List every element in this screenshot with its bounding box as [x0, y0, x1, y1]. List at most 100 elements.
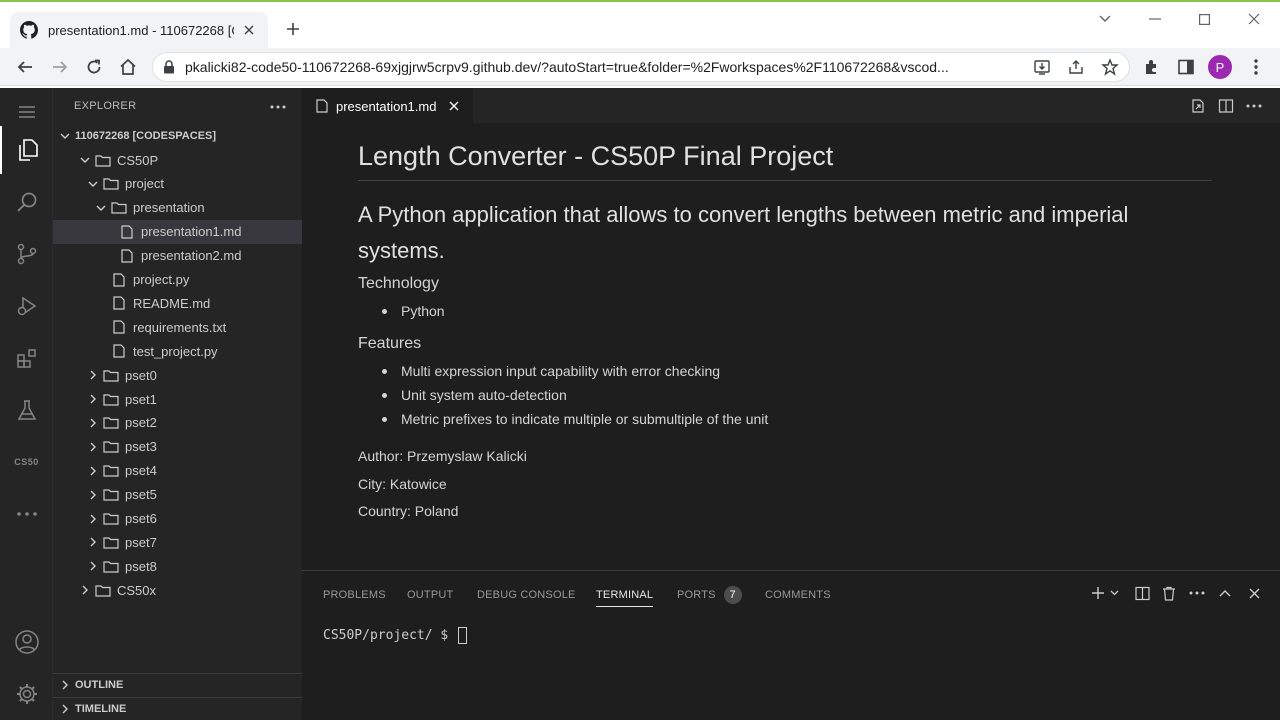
bookmark-star-icon[interactable] [1101, 58, 1119, 76]
home-icon[interactable] [114, 53, 142, 81]
run-debug-icon[interactable] [0, 282, 53, 330]
city-line: City: Katowice [358, 475, 447, 492]
tab-comments[interactable]: COMMENTS [765, 583, 831, 607]
editor-more-icon[interactable] [1245, 97, 1263, 115]
tree-folder[interactable]: pset5 [53, 483, 302, 507]
tree-file[interactable]: test_project.py [53, 339, 302, 363]
file-icon [111, 295, 127, 311]
close-window-icon[interactable] [1231, 8, 1277, 30]
search-icon[interactable] [0, 178, 53, 226]
address-bar[interactable]: pkalicki82-code50-110672268-69xjgjrw5crp… [152, 52, 1130, 82]
chevron-down-icon [77, 152, 93, 168]
tree-folder[interactable]: pset2 [53, 411, 302, 435]
list-item: Python [382, 299, 1212, 323]
activity-bar: CS50 [0, 88, 53, 720]
maximize-icon[interactable] [1181, 8, 1227, 30]
tab-terminal[interactable]: TERMINAL [596, 583, 654, 607]
terminal-profile-chevron-icon[interactable] [1108, 583, 1120, 603]
split-editor-icon[interactable] [1217, 97, 1235, 115]
tree-file[interactable]: requirements.txt [53, 315, 302, 339]
tree-item-label: pset8 [125, 558, 157, 574]
testing-flask-icon[interactable] [0, 386, 53, 434]
country-line: Country: Poland [358, 503, 459, 519]
terminal-prompt: CS50P/project/ $ [323, 628, 457, 643]
tree-folder[interactable]: presentation [53, 196, 302, 220]
close-panel-icon[interactable] [1244, 583, 1264, 603]
browser-tabstrip: presentation1.md - 110672268 [C [0, 2, 1280, 48]
chevron-right-icon [85, 439, 101, 455]
workspace-root[interactable]: 110672268 [CODESPACES] [53, 124, 302, 148]
tree-folder[interactable]: pset7 [53, 530, 302, 554]
browser-menu-icon[interactable] [1242, 53, 1270, 81]
list-item: Unit system auto-detection [382, 383, 1212, 407]
tab-output[interactable]: OUTPUT [407, 583, 453, 607]
side-panel-icon[interactable] [1172, 53, 1200, 81]
tab-problems[interactable]: PROBLEMS [323, 583, 386, 607]
tree-item-label: presentation [133, 200, 205, 216]
tree-folder[interactable]: CS50x [53, 578, 302, 602]
forward-icon[interactable] [46, 53, 74, 81]
close-editor-icon[interactable] [446, 98, 462, 114]
new-terminal-plus-icon[interactable] [1088, 583, 1108, 603]
tree-file[interactable]: presentation1.md [53, 219, 302, 244]
browser-tab[interactable]: presentation1.md - 110672268 [C [10, 12, 268, 48]
timeline-section[interactable]: TIMELINE [53, 697, 302, 720]
tree-folder[interactable]: pset1 [53, 387, 302, 411]
file-icon [111, 319, 127, 335]
folder-icon [103, 415, 119, 431]
tree-folder[interactable]: pset0 [53, 363, 302, 387]
install-app-icon[interactable] [1033, 58, 1051, 76]
new-tab-button[interactable] [282, 18, 304, 40]
manage-gear-icon[interactable] [0, 670, 53, 718]
split-terminal-icon[interactable] [1132, 583, 1152, 603]
tree-folder[interactable]: pset4 [53, 459, 302, 483]
technology-list: Python [382, 299, 1212, 323]
tree-file[interactable]: project.py [53, 268, 302, 292]
file-icon [119, 224, 135, 240]
tree-folder[interactable]: pset8 [53, 554, 302, 578]
explorer-header: EXPLORER [53, 88, 302, 123]
folder-icon [103, 439, 119, 455]
explorer-icon[interactable] [0, 126, 53, 174]
tree-item-label: project.py [133, 272, 190, 287]
tree-file[interactable]: presentation2.md [53, 244, 302, 268]
outline-section[interactable]: OUTLINE [53, 673, 302, 696]
explorer-more-icon[interactable] [270, 96, 286, 112]
lock-icon[interactable] [163, 60, 175, 74]
tree-folder[interactable]: pset6 [53, 507, 302, 531]
tree-folder[interactable]: pset3 [53, 435, 302, 459]
chevron-right-icon [85, 487, 101, 503]
extensions-icon[interactable] [1137, 53, 1165, 81]
tab-ports[interactable]: PORTS 7 [677, 583, 742, 607]
tab-search-icon[interactable] [1082, 8, 1128, 30]
back-icon[interactable] [11, 53, 39, 81]
source-control-icon[interactable] [0, 230, 53, 278]
minimize-icon[interactable] [1132, 8, 1178, 30]
chevron-right-icon [85, 391, 101, 407]
kill-terminal-trash-icon[interactable] [1159, 583, 1179, 603]
open-source-icon[interactable] [1189, 97, 1207, 115]
editor-tab-presentation1[interactable]: presentation1.md [302, 88, 473, 123]
panel-more-icon[interactable] [1187, 583, 1207, 603]
share-icon[interactable] [1067, 58, 1085, 76]
tab-debug-console[interactable]: DEBUG CONSOLE [477, 583, 576, 607]
accounts-icon[interactable] [0, 618, 53, 666]
cs50-extension-icon[interactable]: CS50 [0, 438, 53, 486]
profile-avatar[interactable]: P [1208, 55, 1232, 79]
more-views-icon[interactable] [0, 490, 53, 538]
terminal-output[interactable]: CS50P/project/ $ [323, 627, 468, 644]
tree-folder[interactable]: CS50P [53, 148, 302, 172]
tree-item-label: CS50x [117, 582, 157, 598]
tree-folder[interactable]: project [53, 172, 302, 196]
chevron-right-icon [77, 582, 93, 598]
file-icon [119, 248, 135, 264]
close-tab-icon[interactable] [240, 21, 258, 39]
terminal-cursor [458, 627, 468, 644]
tree-item-label: pset2 [125, 415, 157, 431]
maximize-panel-chevron-up-icon[interactable] [1215, 583, 1235, 603]
features-list: Multi expression input capability with e… [382, 359, 1212, 431]
tree-file[interactable]: README.md [53, 291, 302, 315]
reload-icon[interactable] [80, 53, 108, 81]
extensions-view-icon[interactable] [0, 334, 53, 382]
vscode-window: CS50 EXPLORER 110672268 [CODESPACES] CS5… [0, 88, 1280, 720]
